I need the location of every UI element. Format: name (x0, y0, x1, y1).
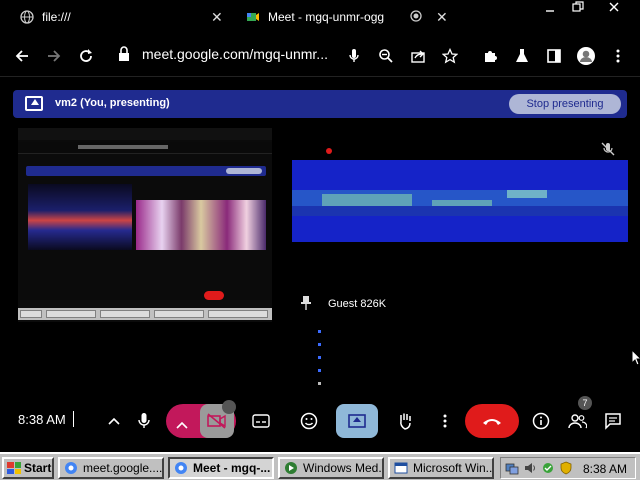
raise-hand-button[interactable] (387, 404, 423, 438)
meeting-info-button[interactable] (523, 404, 559, 438)
more-options-button[interactable] (427, 404, 463, 438)
taskbar-clock[interactable]: 8:38 AM (583, 462, 627, 476)
forward-button[interactable] (42, 44, 66, 68)
present-screen-icon (25, 96, 43, 111)
microphone-button[interactable] (126, 404, 162, 438)
back-button[interactable] (10, 44, 34, 68)
preview-taskbar (18, 308, 272, 320)
participant-name: Guest 826K (328, 298, 387, 310)
preview-tab-strip (18, 128, 272, 140)
meeting-clock: 8:38 AM (18, 412, 66, 427)
bookmark-star-icon[interactable] (438, 44, 462, 68)
browser-icon (64, 461, 78, 475)
presenting-label: vm2 (You, presenting) (55, 97, 170, 109)
start-label: Start (24, 461, 52, 475)
mouse-cursor-icon (631, 348, 640, 371)
preview-address-bar (18, 142, 272, 154)
self-view-screen-share[interactable] (18, 128, 272, 322)
people-button[interactable] (559, 404, 595, 438)
clock-divider (73, 411, 74, 427)
meet-logo-icon (246, 10, 260, 24)
address-bar-url[interactable]: meet.google.com/mgq-unmr... (142, 46, 328, 62)
microphone-off-icon (601, 142, 617, 158)
captions-button[interactable] (243, 404, 279, 438)
network-icon[interactable] (505, 461, 519, 475)
taskbar-item-browser-1[interactable]: meet.google.... (58, 457, 164, 479)
participant-indicator (326, 148, 332, 154)
taskbar-item-meet[interactable]: Meet - mgq-... (168, 457, 274, 479)
volume-icon[interactable] (523, 461, 537, 475)
profile-avatar-icon[interactable] (574, 44, 598, 68)
share-icon[interactable] (406, 44, 430, 68)
people-count-badge: 7 (578, 396, 592, 410)
browser-menu-icon[interactable] (606, 44, 630, 68)
new-tab-button[interactable]: ✕ (436, 9, 448, 26)
recording-indicator-icon (410, 9, 422, 25)
chat-button[interactable] (595, 404, 631, 438)
leave-call-button[interactable] (465, 404, 519, 438)
toolbar-divider (0, 76, 640, 77)
reload-button[interactable] (74, 44, 98, 68)
windows-taskbar: Start meet.google.... Meet - mgq-... Win… (0, 452, 640, 480)
globe-icon (20, 10, 34, 24)
presenting-banner: vm2 (You, presenting) Stop presenting (13, 90, 627, 118)
taskbar-item-media-player[interactable]: Windows Med... (278, 457, 384, 479)
tab-title: Meet - mgq-unmr-ogg (268, 10, 385, 24)
preview-tile-right (136, 200, 266, 250)
app-window-icon (394, 461, 408, 475)
browser-icon (174, 461, 188, 475)
minimize-button[interactable] (540, 1, 560, 17)
shield-icon[interactable] (559, 461, 573, 475)
microphone-in-use-icon[interactable] (342, 44, 366, 68)
camera-warning-badge (222, 400, 236, 414)
sync-icon[interactable] (541, 461, 555, 475)
present-now-button[interactable] (336, 404, 378, 438)
tab-title: file:/// (42, 10, 71, 24)
taskbar-item-microsoft-win[interactable]: Microsoft Win... (388, 457, 494, 479)
labs-flask-icon[interactable] (510, 44, 534, 68)
close-window-button[interactable] (604, 1, 624, 17)
emoji-reactions-button[interactable] (291, 404, 327, 438)
windows-logo-icon (7, 462, 21, 474)
tab-close-icon[interactable]: ✕ (211, 9, 223, 26)
tab-meet[interactable]: Meet - mgq-unmr-ogg ✕ (246, 4, 448, 30)
tab-file[interactable]: file:/// ✕ (20, 4, 230, 30)
media-player-icon (284, 461, 298, 475)
start-button[interactable]: Start (2, 457, 54, 479)
system-tray: 8:38 AM (500, 457, 636, 479)
screen: file:/// ✕ Meet - mgq-unmr-ogg ✕ meet.go… (0, 0, 640, 480)
lock-icon[interactable] (118, 46, 132, 64)
pin-icon[interactable] (301, 296, 313, 312)
zoom-icon[interactable] (374, 44, 398, 68)
restore-button[interactable] (568, 1, 588, 17)
side-panel-icon[interactable] (542, 44, 566, 68)
browser-tab-strip: file:/// ✕ Meet - mgq-unmr-ogg ✕ (0, 0, 640, 34)
preview-tile-left (28, 184, 132, 250)
browser-toolbar: meet.google.com/mgq-unmr... (0, 36, 640, 76)
preview-end-call (204, 291, 224, 300)
extensions-puzzle-icon[interactable] (478, 44, 502, 68)
preview-banner (26, 166, 266, 176)
stop-presenting-button[interactable]: Stop presenting (509, 94, 621, 114)
video-settings-chevron[interactable] (176, 416, 188, 434)
remote-participant-video[interactable] (292, 160, 628, 242)
activity-dots (318, 330, 322, 395)
